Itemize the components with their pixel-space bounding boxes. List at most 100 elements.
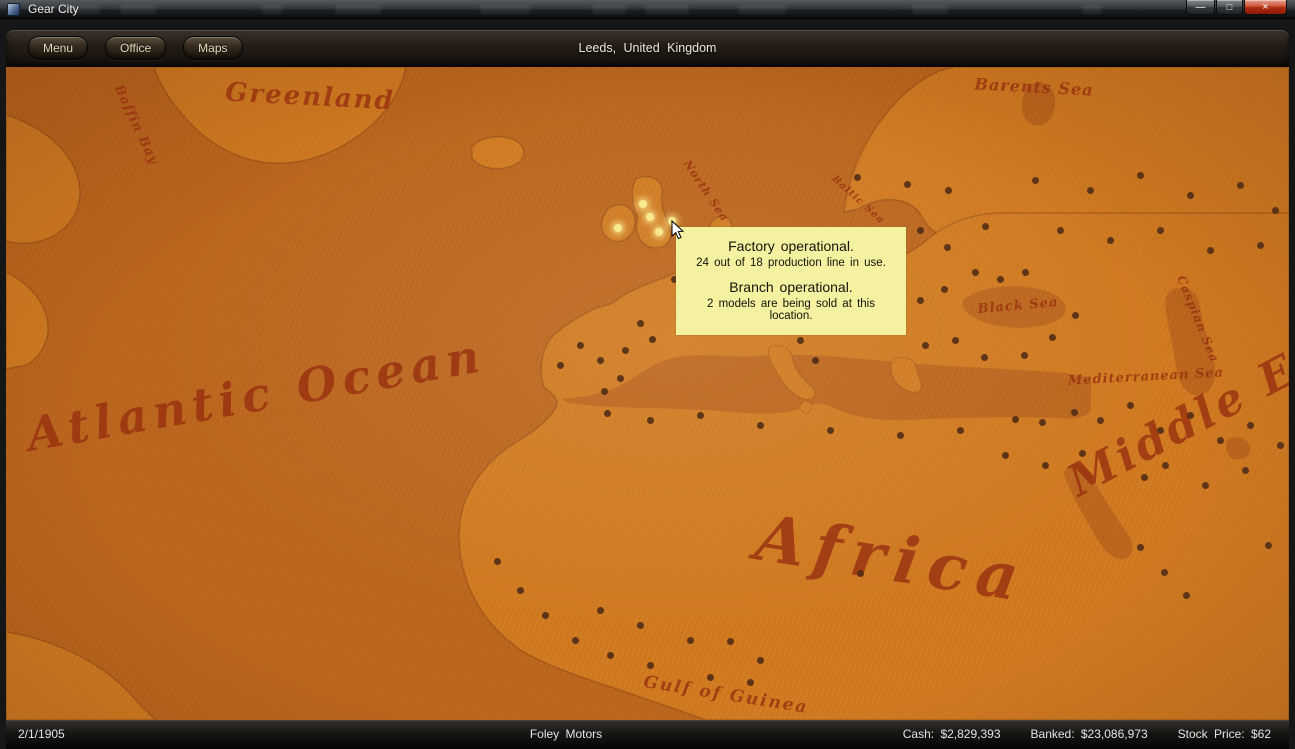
city-dot[interactable] (1022, 269, 1029, 276)
city-dot[interactable] (1057, 227, 1064, 234)
city-dot[interactable] (1012, 416, 1019, 423)
toolbar-button-maps[interactable]: Maps (183, 36, 242, 60)
city-dot[interactable] (707, 674, 714, 681)
city-dot[interactable] (607, 652, 614, 659)
city-dot[interactable] (494, 558, 501, 565)
city-dot[interactable] (1097, 417, 1104, 424)
toolbar-button-menu[interactable]: Menu (28, 36, 88, 60)
landmass-iceland (472, 137, 524, 169)
city-dot[interactable] (647, 662, 654, 669)
city-dot[interactable] (1107, 237, 1114, 244)
city-dot[interactable] (1071, 409, 1078, 416)
city-dot[interactable] (1272, 207, 1279, 214)
city-dot[interactable] (797, 337, 804, 344)
city-dot[interactable] (649, 336, 656, 343)
city-dot[interactable] (1032, 177, 1039, 184)
city-dot[interactable] (1127, 402, 1134, 409)
city-dot[interactable] (1002, 452, 1009, 459)
city-dot-highlighted[interactable] (668, 217, 676, 225)
city-dot[interactable] (857, 570, 864, 577)
city-dot[interactable] (1162, 462, 1169, 469)
city-dot[interactable] (917, 297, 924, 304)
minimize-button[interactable]: — (1186, 0, 1215, 15)
city-dot[interactable] (601, 388, 608, 395)
city-dot[interactable] (997, 276, 1004, 283)
city-dot[interactable] (557, 362, 564, 369)
city-dot[interactable] (1087, 187, 1094, 194)
company-name: Foley Motors (530, 720, 602, 749)
city-tooltip: Factory operational.24 out of 18 product… (676, 227, 906, 335)
city-dot[interactable] (1277, 442, 1284, 449)
city-dot[interactable] (597, 607, 604, 614)
city-dot[interactable] (697, 412, 704, 419)
city-dot[interactable] (1079, 450, 1086, 457)
city-dot[interactable] (1141, 474, 1148, 481)
city-dot[interactable] (517, 587, 524, 594)
city-dot[interactable] (854, 174, 861, 181)
city-dot[interactable] (617, 375, 624, 382)
city-dot[interactable] (1042, 462, 1049, 469)
toolbar-button-office[interactable]: Office (105, 36, 166, 60)
city-dot[interactable] (1039, 419, 1046, 426)
city-dot[interactable] (945, 187, 952, 194)
city-dot-highlighted[interactable] (655, 228, 663, 236)
city-dot-highlighted[interactable] (614, 224, 622, 232)
city-dot[interactable] (952, 337, 959, 344)
city-dot[interactable] (1265, 542, 1272, 549)
city-dot[interactable] (1187, 192, 1194, 199)
city-dot[interactable] (981, 354, 988, 361)
titlebar-ghost-text (335, 5, 381, 14)
city-dot[interactable] (1237, 182, 1244, 189)
city-dot[interactable] (1247, 422, 1254, 429)
city-dot[interactable] (597, 357, 604, 364)
maximize-button[interactable]: □ (1216, 0, 1243, 15)
titlebar-ghost-text (592, 5, 626, 14)
world-map[interactable]: GreenlandBaffin BayBarents SeaNorth SeaB… (6, 67, 1289, 720)
city-dot[interactable] (827, 427, 834, 434)
city-dot[interactable] (917, 227, 924, 234)
city-dot[interactable] (637, 622, 644, 629)
city-dot[interactable] (941, 286, 948, 293)
city-dot[interactable] (1157, 227, 1164, 234)
city-dot[interactable] (812, 357, 819, 364)
city-dot[interactable] (1049, 334, 1056, 341)
city-dot[interactable] (622, 347, 629, 354)
city-dot-highlighted[interactable] (639, 200, 647, 208)
city-dot[interactable] (904, 181, 911, 188)
city-dot[interactable] (1137, 172, 1144, 179)
city-dot[interactable] (982, 223, 989, 230)
city-dot[interactable] (577, 342, 584, 349)
city-dot[interactable] (957, 427, 964, 434)
city-dot[interactable] (1207, 247, 1214, 254)
city-dot[interactable] (747, 679, 754, 686)
city-dot[interactable] (897, 432, 904, 439)
city-dot[interactable] (1161, 569, 1168, 576)
close-button[interactable]: × (1244, 0, 1287, 15)
window-titlebar[interactable]: Gear City — □ × (0, 0, 1295, 19)
city-dot[interactable] (647, 417, 654, 424)
city-dot[interactable] (1202, 482, 1209, 489)
city-dot[interactable] (944, 244, 951, 251)
city-dot[interactable] (572, 637, 579, 644)
city-dot[interactable] (1242, 467, 1249, 474)
landmass-sicily (800, 401, 812, 413)
city-dot[interactable] (604, 410, 611, 417)
city-dot-highlighted[interactable] (646, 213, 654, 221)
city-dot[interactable] (757, 657, 764, 664)
city-dot[interactable] (972, 269, 979, 276)
city-dot[interactable] (727, 638, 734, 645)
tooltip-heading: Factory operational. (688, 238, 894, 254)
city-dot[interactable] (922, 342, 929, 349)
city-dot[interactable] (1137, 544, 1144, 551)
city-dot[interactable] (1257, 242, 1264, 249)
city-dot[interactable] (1187, 412, 1194, 419)
city-dot[interactable] (687, 637, 694, 644)
city-dot[interactable] (542, 612, 549, 619)
city-dot[interactable] (1157, 427, 1164, 434)
city-dot[interactable] (1183, 592, 1190, 599)
city-dot[interactable] (757, 422, 764, 429)
city-dot[interactable] (1072, 312, 1079, 319)
city-dot[interactable] (1217, 437, 1224, 444)
city-dot[interactable] (1021, 352, 1028, 359)
city-dot[interactable] (637, 320, 644, 327)
